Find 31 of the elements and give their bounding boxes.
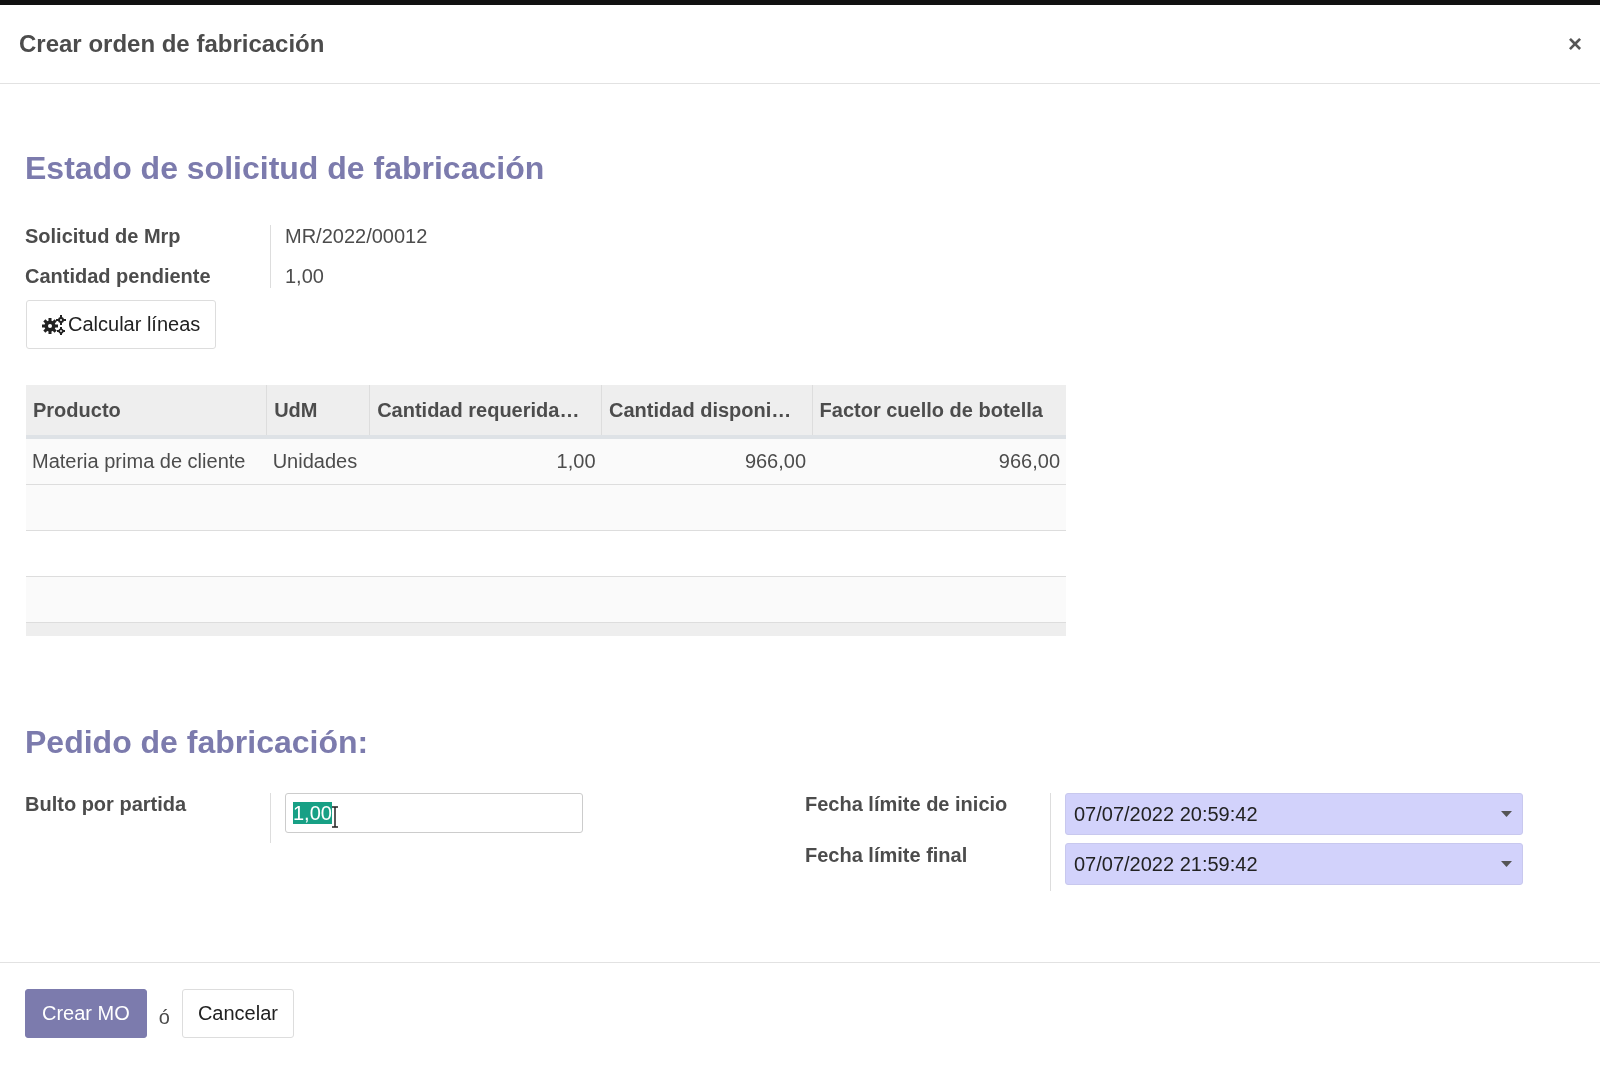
field-label: Fecha límite de inicio: [805, 793, 1009, 816]
section-heading: Pedido de fabricación:: [25, 724, 370, 761]
field-label: Bulto por partida: [25, 793, 187, 815]
field-label: Solicitud de Mrp: [25, 225, 182, 248]
text-cursor-icon: [331, 806, 339, 828]
table-cell: Unidades: [266, 437, 370, 485]
calculate-lines-button[interactable]: Calcular líneas: [26, 300, 217, 349]
close-button[interactable]: ×: [1568, 30, 1582, 58]
column-header[interactable]: Cantidad disponi…: [601, 385, 813, 437]
or-text: ó: [158, 1006, 170, 1029]
field-value: 1,00: [285, 265, 325, 288]
column-header[interactable]: Cantidad requerida…: [369, 385, 602, 437]
section-heading: Estado de solicitud de fabricación: [25, 149, 546, 187]
column-header[interactable]: UdM: [266, 385, 370, 437]
field-label: Fecha límite final: [805, 844, 969, 867]
caret-icon: [1501, 861, 1512, 867]
caret-icon: [1501, 811, 1512, 817]
date-field[interactable]: 07/07/2022 21:59:42: [1065, 843, 1523, 885]
field-value: MR/2022/00012: [285, 225, 428, 248]
field-label: Cantidad pendiente: [25, 265, 212, 288]
dialog-title: Crear orden de fabricación: [19, 30, 325, 58]
column-header[interactable]: Producto: [26, 385, 267, 437]
column-header[interactable]: Factor cuello de botella: [812, 385, 1066, 437]
date-field[interactable]: 07/07/2022 20:59:42: [1065, 793, 1523, 835]
create-button[interactable]: Crear MO: [25, 989, 147, 1038]
table-cell: 966,00: [812, 437, 1066, 485]
table-cell: 966,00: [601, 437, 813, 485]
table-cell: 1,00: [369, 437, 602, 485]
cancel-button[interactable]: Cancelar: [181, 989, 294, 1038]
table-cell: Materia prima de cliente: [26, 437, 267, 485]
gears-icon: [42, 313, 66, 336]
